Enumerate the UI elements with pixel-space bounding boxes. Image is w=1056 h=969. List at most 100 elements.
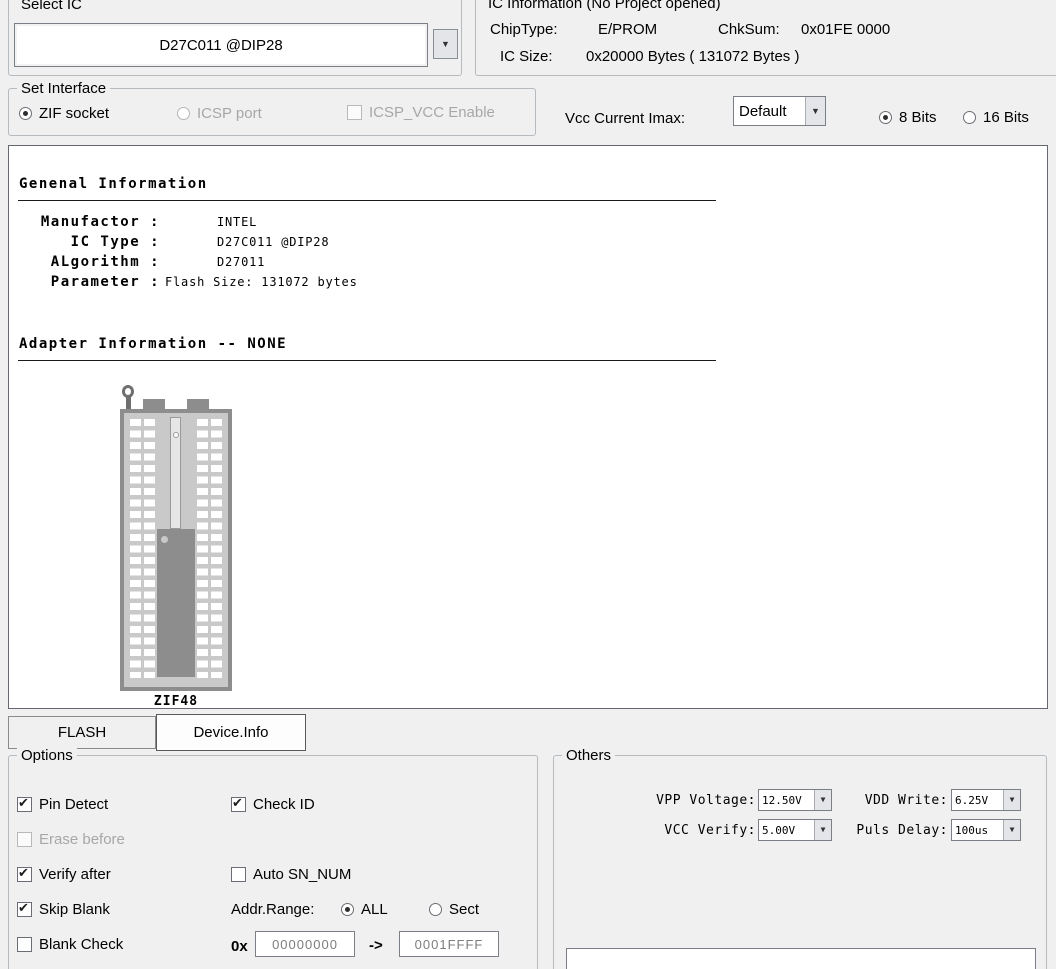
tab-flash[interactable]: FLASH	[8, 716, 156, 749]
info-row-manufactor: Manufactor : INTEL	[18, 214, 358, 234]
inserted-chip	[157, 529, 195, 677]
info-value: D27011	[217, 255, 265, 269]
checkmark-icon: ✔	[18, 795, 29, 811]
radio-icon[interactable]	[19, 107, 32, 120]
ic-size-value: 0x20000 Bytes ( 131072 Bytes )	[586, 48, 799, 65]
erase-before-checkbox[interactable]: Erase before	[17, 831, 125, 848]
vcc-current-label: Vcc Current Imax:	[565, 110, 685, 127]
info-label: Manufactor :	[18, 214, 160, 230]
vcc-current-combobox[interactable]: Default ▼	[733, 96, 826, 126]
addr-start-input[interactable]	[255, 931, 355, 957]
puls-delay-combobox[interactable]: 100us ▼	[951, 819, 1021, 841]
vpp-voltage-combobox[interactable]: 12.50V ▼	[758, 789, 832, 811]
vcc-current-value: Default	[734, 97, 805, 125]
radio-icon[interactable]	[879, 111, 892, 124]
info-label: ALgorithm :	[18, 254, 160, 270]
select-ic-value: D27C011 @DIP28	[159, 37, 282, 54]
addr-range-sect-radio[interactable]: Sect	[429, 901, 479, 918]
tab-device-info[interactable]: Device.Info	[156, 714, 306, 751]
verify-after-label: Verify after	[39, 866, 111, 883]
blank-check-checkbox[interactable]: Blank Check	[17, 936, 123, 953]
info-row-algorithm: ALgorithm : D27011	[18, 254, 358, 274]
addr-range-all-label: ALL	[361, 901, 388, 918]
checkbox-icon[interactable]: ✔	[231, 797, 246, 812]
divider	[18, 360, 716, 361]
radio-icon[interactable]	[963, 111, 976, 124]
auto-sn-num-checkbox[interactable]: Auto SN_NUM	[231, 866, 351, 883]
ic-size-label: IC Size:	[500, 48, 553, 65]
chevron-down-icon: ▼	[1010, 826, 1015, 834]
info-row-ic-type: IC Type : D27C011 @DIP28	[18, 234, 358, 254]
tab-device-info-label: Device.Info	[193, 724, 268, 741]
tab-flash-label: FLASH	[58, 724, 106, 741]
checkbox-icon[interactable]	[347, 105, 362, 120]
puls-delay-label: Puls Delay:	[854, 823, 948, 838]
pin-detect-label: Pin Detect	[39, 796, 108, 813]
info-label: Parameter :	[18, 274, 160, 290]
addr-range-label: Addr.Range:	[231, 901, 314, 918]
vcc-verify-value: 5.00V	[759, 820, 814, 840]
icsp-vcc-checkbox[interactable]: ICSP_VCC Enable	[347, 104, 495, 121]
select-ic-group-label: Select IC	[17, 0, 86, 14]
8-bits-radio-label: 8 Bits	[899, 109, 937, 126]
skip-blank-checkbox[interactable]: ✔ Skip Blank	[17, 901, 110, 918]
ic-information-group-label: IC Information (No Project opened)	[484, 0, 725, 13]
icsp-port-radio-label: ICSP port	[197, 105, 262, 122]
set-interface-group-label: Set Interface	[17, 80, 110, 98]
vpp-voltage-dropdown-button[interactable]: ▼	[814, 790, 831, 810]
checkbox-icon[interactable]: ✔	[17, 867, 32, 882]
vcc-verify-label: VCC Verify:	[614, 823, 756, 838]
socket-pin-column	[144, 419, 155, 678]
checkbox-icon[interactable]: ✔	[17, 797, 32, 812]
vcc-verify-combobox[interactable]: 5.00V ▼	[758, 819, 832, 841]
8-bits-radio[interactable]: 8 Bits	[879, 109, 937, 126]
puls-delay-dropdown-button[interactable]: ▼	[1003, 820, 1020, 840]
checkbox-icon[interactable]	[231, 867, 246, 882]
adapter-information-title: Adapter Information -- NONE	[19, 336, 287, 352]
checkbox-icon[interactable]	[17, 937, 32, 952]
vdd-write-label: VDD Write:	[854, 793, 948, 808]
chksum-value: 0x01FE 0000	[801, 21, 890, 38]
range-arrow-label: ->	[369, 937, 383, 954]
checkmark-icon: ✔	[18, 865, 29, 881]
vdd-write-combobox[interactable]: 6.25V ▼	[951, 789, 1021, 811]
chip-type-label: ChipType:	[490, 21, 558, 38]
addr-end-input[interactable]	[399, 931, 499, 957]
others-group-label: Others	[562, 747, 615, 765]
vcc-current-dropdown-button[interactable]: ▼	[805, 97, 825, 125]
socket-pivot-dot	[173, 432, 179, 438]
addr-range-all-radio[interactable]: ALL	[341, 901, 388, 918]
chevron-down-icon: ▼	[1010, 796, 1015, 804]
puls-delay-value: 100us	[952, 820, 1003, 840]
16-bits-radio-label: 16 Bits	[983, 109, 1029, 126]
check-id-checkbox[interactable]: ✔ Check ID	[231, 796, 315, 813]
radio-icon[interactable]	[177, 107, 190, 120]
blank-check-label: Blank Check	[39, 936, 123, 953]
auto-sn-num-label: Auto SN_NUM	[253, 866, 351, 883]
select-ic-dropdown-button[interactable]: ▼	[433, 29, 458, 59]
pin-detect-checkbox[interactable]: ✔ Pin Detect	[17, 796, 108, 813]
checkbox-icon[interactable]: ✔	[17, 902, 32, 917]
zif-socket-radio[interactable]: ZIF socket	[19, 105, 109, 122]
checkmark-icon: ✔	[18, 900, 29, 916]
options-group: Options ✔ Pin Detect ✔ Check ID Erase be…	[8, 755, 538, 969]
icsp-port-radio[interactable]: ICSP port	[177, 105, 262, 122]
others-info-panel	[566, 948, 1036, 969]
verify-after-checkbox[interactable]: ✔ Verify after	[17, 866, 111, 883]
ic-information-group: IC Information (No Project opened) ChipT…	[475, 0, 1056, 76]
info-value: INTEL	[217, 215, 257, 229]
chksum-label: ChkSum:	[718, 21, 780, 38]
vdd-write-dropdown-button[interactable]: ▼	[1003, 790, 1020, 810]
addr-range-sect-label: Sect	[449, 901, 479, 918]
radio-icon[interactable]	[429, 903, 442, 916]
checkbox-icon[interactable]	[17, 832, 32, 847]
check-id-label: Check ID	[253, 796, 315, 813]
vcc-verify-dropdown-button[interactable]: ▼	[814, 820, 831, 840]
radio-icon[interactable]	[341, 903, 354, 916]
select-ic-combobox[interactable]: D27C011 @DIP28	[14, 23, 428, 67]
16-bits-radio[interactable]: 16 Bits	[963, 109, 1029, 126]
options-group-label: Options	[17, 747, 77, 765]
checkmark-icon: ✔	[232, 795, 243, 811]
others-group: Others VPP Voltage: 12.50V ▼ VDD Write: …	[553, 755, 1047, 969]
chevron-down-icon: ▼	[441, 40, 450, 49]
